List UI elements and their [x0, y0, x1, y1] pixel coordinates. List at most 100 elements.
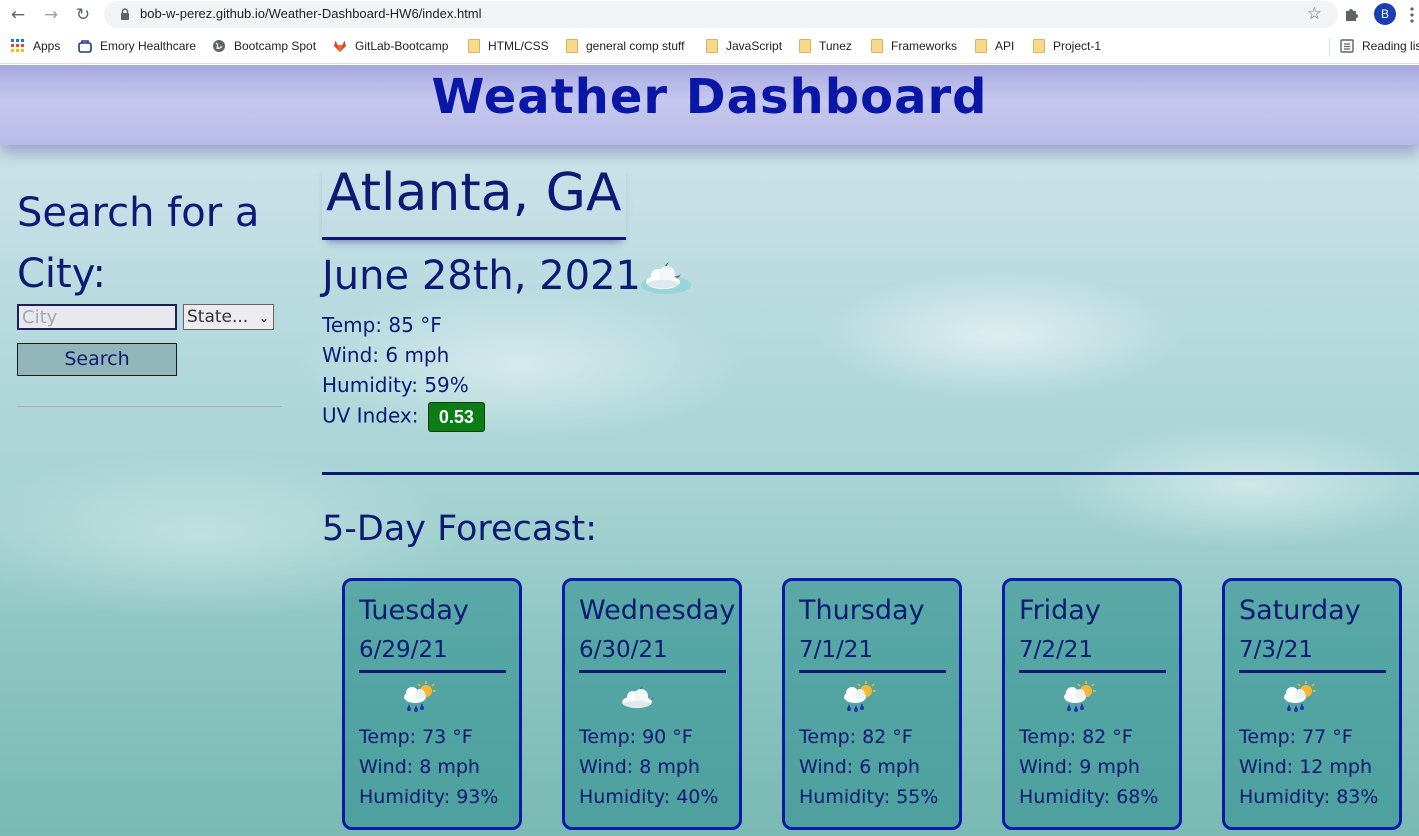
url-text: bob-w-perez.github.io/Weather-Dashboard-…	[140, 6, 482, 21]
folder-icon	[975, 39, 987, 53]
forecast-day: Tuesday	[359, 595, 469, 626]
bookmark-apps[interactable]: Apps	[11, 39, 60, 53]
forecast-humidity: Humidity: 68%	[1019, 786, 1159, 808]
page-title: Weather Dashboard	[431, 69, 988, 125]
forecast-date: 6/30/21	[579, 637, 668, 663]
forecast-date: 7/2/21	[1019, 637, 1094, 663]
reading-list-icon	[1340, 39, 1354, 53]
uv-label: UV Index:	[322, 403, 419, 428]
search-heading: Search for a City:	[17, 190, 260, 297]
forecast-heading: 5-Day Forecast:	[322, 509, 598, 549]
folder-icon	[566, 39, 578, 53]
forecast-wind: Wind: 8 mph	[359, 756, 480, 778]
emory-icon	[78, 40, 92, 53]
reading-list-label: Reading lis	[1362, 39, 1419, 53]
reload-icon[interactable]: ↻	[72, 4, 94, 26]
current-date: June 28th, 2021	[322, 253, 641, 299]
card-divider	[799, 670, 946, 673]
forecast-humidity: Humidity: 55%	[799, 786, 939, 808]
folder-icon	[1033, 39, 1045, 53]
bookmark-label: HTML/CSS	[488, 39, 549, 53]
current-wind: Wind: 6 mph	[322, 343, 450, 367]
folder-icon	[871, 39, 883, 53]
folder-icon	[799, 39, 811, 53]
bookmark-label: Apps	[33, 39, 61, 53]
bookmark-label: Tunez	[819, 39, 852, 53]
cloud-moon-icon	[641, 262, 691, 294]
bookmark-label: Frameworks	[891, 39, 958, 53]
rain-sun-icon	[844, 681, 876, 712]
forecast-day: Friday	[1019, 595, 1101, 626]
current-humidity: Humidity: 59%	[322, 373, 469, 397]
address-bar[interactable]: bob-w-perez.github.io/Weather-Dashboard-…	[104, 1, 1338, 28]
forecast-card: Wednesday 6/30/21 Temp: 90 °F Wind: 8 mp…	[562, 578, 742, 830]
bookmark-star-icon[interactable]: ☆	[1307, 4, 1322, 24]
browser-toolbar: ← → ↻ bob-w-perez.github.io/Weather-Dash…	[0, 0, 1419, 30]
forecast-temp: Temp: 77 °F	[1239, 726, 1353, 748]
forecast-wind: Wind: 8 mph	[579, 756, 700, 778]
extensions-puzzle-icon[interactable]	[1344, 6, 1360, 22]
bookmark-label: Emory Healthcare	[100, 39, 197, 53]
profile-avatar[interactable]: B	[1374, 3, 1396, 25]
forecast-temp: Temp: 82 °F	[799, 726, 913, 748]
rain-sun-icon	[1284, 681, 1316, 712]
folder-icon	[706, 39, 718, 53]
forecast-day: Saturday	[1239, 595, 1361, 626]
forecast-date: 6/29/21	[359, 637, 448, 663]
bookmark-javascript[interactable]: JavaScript	[706, 39, 782, 53]
cloud-moon-icon	[622, 686, 654, 708]
forward-arrow-icon[interactable]: →	[40, 4, 62, 26]
bookmark-label: GitLab-Bootcamp	[355, 39, 449, 53]
bookmarks-divider	[1329, 38, 1330, 56]
forecast-temp: Temp: 90 °F	[579, 726, 693, 748]
folder-icon	[468, 39, 480, 53]
uv-badge: 0.53	[427, 402, 485, 432]
city-input[interactable]	[17, 304, 177, 330]
search-button[interactable]: Search	[17, 343, 177, 376]
bookmark-label: API	[995, 39, 1015, 53]
forecast-card: Saturday 7/3/21 Temp: 77 °F Wind: 12 mph…	[1222, 578, 1402, 830]
back-arrow-icon[interactable]: ←	[7, 4, 29, 26]
forecast-day: Wednesday	[579, 595, 736, 626]
bookmark-gitlab-bootcamp[interactable]: GitLab-Bootcamp	[333, 39, 448, 53]
menu-kebab-icon[interactable]	[1410, 7, 1414, 23]
bookmark-bootcamp-spot[interactable]: Bootcamp Spot	[212, 39, 316, 53]
bookmark-frameworks[interactable]: Frameworks	[871, 39, 957, 53]
bookmark-label: Project-1	[1053, 39, 1102, 53]
forecast-humidity: Humidity: 93%	[359, 786, 499, 808]
forecast-wind: Wind: 9 mph	[1019, 756, 1140, 778]
forecast-temp: Temp: 73 °F	[359, 726, 473, 748]
sidebar-divider	[17, 406, 282, 407]
state-select[interactable]: State... ⌄	[183, 304, 274, 330]
current-temp: Temp: 85 °F	[322, 313, 442, 337]
forecast-humidity: Humidity: 40%	[579, 786, 719, 808]
state-select-value: State...	[187, 307, 249, 327]
forecast-card: Tuesday 6/29/21 Temp: 73 °F Wind: 8 mph …	[342, 578, 522, 830]
main-divider	[322, 472, 1419, 475]
reading-list[interactable]: Reading lis	[1340, 39, 1419, 53]
forecast-wind: Wind: 6 mph	[799, 756, 920, 778]
bookmark-emory-healthcare[interactable]: Emory Healthcare	[78, 39, 196, 53]
card-divider	[1019, 670, 1166, 673]
bookmark-general-comp-stuff[interactable]: general comp stuff	[566, 39, 685, 53]
apps-grid-icon	[11, 39, 24, 52]
card-divider	[1239, 670, 1386, 673]
forecast-date: 7/3/21	[1239, 637, 1314, 663]
weather-dashboard-page: Weather Dashboard Search for a City: Sta…	[0, 65, 1419, 836]
bookmark-api[interactable]: API	[975, 39, 1014, 53]
forecast-date: 7/1/21	[799, 637, 874, 663]
forecast-card: Friday 7/2/21 Temp: 82 °F Wind: 9 mph Hu…	[1002, 578, 1182, 830]
bookmark-label: JavaScript	[726, 39, 783, 53]
bookmark-tunez[interactable]: Tunez	[799, 39, 852, 53]
bookmark-html-css[interactable]: HTML/CSS	[468, 39, 549, 53]
bookmark-project-1[interactable]: Project-1	[1033, 39, 1101, 53]
bookmarks-bar: Apps Emory Healthcare Bootcamp Spot GitL…	[0, 30, 1419, 64]
card-divider	[359, 670, 506, 673]
current-city: Atlanta, GA	[322, 163, 626, 240]
lock-icon	[121, 8, 129, 20]
rain-sun-icon	[404, 681, 436, 712]
forecast-temp: Temp: 82 °F	[1019, 726, 1133, 748]
current-uv-row: UV Index: 0.53	[322, 402, 485, 432]
forecast-wind: Wind: 12 mph	[1239, 756, 1373, 778]
bookmark-label: general comp stuff	[586, 39, 685, 53]
